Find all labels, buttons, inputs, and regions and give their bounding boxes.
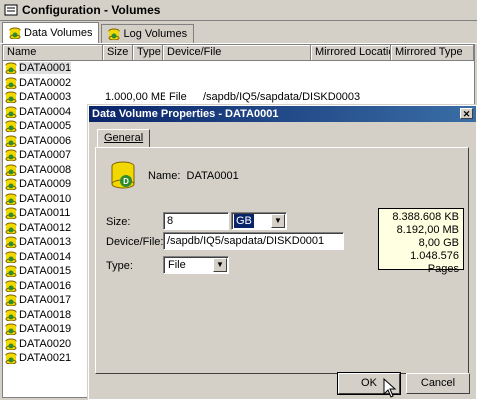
type-select[interactable]: File ▼: [163, 256, 229, 274]
column-header-type[interactable]: Type: [133, 45, 163, 61]
row-name: DATA0021: [19, 352, 72, 365]
database-icon: [5, 178, 17, 191]
database-icon: [5, 251, 17, 263]
close-icon[interactable]: ✕: [460, 108, 473, 119]
row-name: DATA0012: [19, 221, 72, 234]
row-name: DATA0010: [19, 192, 72, 205]
row-name: DATA0019: [19, 323, 72, 336]
dialog-titlebar: Data Volume Properties - DATA0001 ✕: [89, 106, 476, 122]
row-name: DATA0017: [19, 294, 72, 307]
database-icon: [5, 164, 17, 176]
row-name: DATA0020: [19, 337, 72, 350]
size-label: Size:: [106, 216, 131, 228]
table-row[interactable]: DATA0001: [3, 61, 474, 76]
row-name: DATA0015: [19, 265, 72, 278]
info-mb: 8.192,00 MB: [396, 224, 459, 236]
volume-tabs: Data Volumes Log Volumes: [0, 21, 477, 44]
row-name: DATA0014: [19, 250, 72, 263]
tab-log-volumes[interactable]: Log Volumes: [101, 24, 195, 43]
database-icon: [5, 236, 17, 249]
database-icon: [5, 149, 17, 162]
dialog-title: Data Volume Properties - DATA0001: [92, 108, 279, 120]
row-name: DATA0002: [19, 76, 72, 89]
database-icon: [5, 265, 17, 278]
row-name: DATA0007: [19, 149, 72, 162]
dropdown-arrow-icon[interactable]: ▼: [271, 214, 285, 228]
row-name-cell: DATA0003: [3, 91, 105, 104]
database-icon: [5, 323, 17, 336]
row-name: DATA0001: [19, 62, 72, 75]
general-panel: D Name: DATA0001 Size: 8 GB ▼ Device/Fil…: [95, 147, 469, 374]
window-title: Configuration - Volumes: [22, 3, 161, 17]
type-value: File: [168, 259, 186, 271]
size-info-box: 8.388.608 KB 8.192,00 MB 8,00 GB 1.048.5…: [378, 208, 464, 275]
info-gb: 8,00 GB: [418, 237, 459, 249]
row-type: File: [169, 91, 187, 104]
mouse-cursor-icon: [383, 378, 397, 398]
type-label: Type:: [106, 260, 133, 272]
tab-data-volumes-label: Data Volumes: [24, 27, 93, 39]
config-icon: [4, 4, 18, 16]
dropdown-arrow-icon[interactable]: ▼: [213, 258, 227, 272]
row-device: /sapdb/IQ5/sapdata/DISKD0003: [203, 91, 361, 104]
cancel-button[interactable]: Cancel: [406, 373, 470, 394]
column-header-mirrored-location[interactable]: Mirrored Location: [311, 45, 391, 61]
row-name: DATA0003: [19, 91, 72, 104]
row-name: DATA0005: [19, 120, 72, 133]
column-header-name[interactable]: Name: [3, 45, 103, 61]
window-titlebar: Configuration - Volumes: [0, 0, 477, 21]
row-name: DATA0004: [19, 105, 72, 118]
row-name-cell: DATA0001: [3, 62, 105, 75]
database-icon: [5, 309, 17, 321]
database-icon: [5, 338, 17, 350]
table-row[interactable]: DATA0003 1.000,00 MB File/sapdb/IQ5/sapdat…: [3, 90, 474, 105]
volume-properties-dialog: Data Volume Properties - DATA0001 ✕ Gene…: [88, 105, 477, 400]
database-icon: [5, 294, 17, 307]
database-icon: [5, 280, 17, 292]
name-value: DATA0001: [186, 170, 239, 182]
row-name-cell: DATA0002: [3, 77, 105, 89]
database-icon: [5, 106, 17, 118]
database-icon: [5, 120, 17, 133]
database-icon: D: [111, 161, 135, 189]
size-field[interactable]: 8: [163, 212, 229, 230]
row-name: DATA0016: [19, 279, 72, 292]
list-header: Name Size Type Device/File Mirrored Loca…: [3, 45, 474, 61]
name-label: Name: DATA0001: [148, 170, 239, 182]
column-header-mirrored-type[interactable]: Mirrored Type: [391, 45, 474, 61]
row-name: DATA0009: [19, 178, 72, 191]
tab-general-label: General: [104, 132, 144, 144]
database-icon: [9, 27, 21, 39]
database-icon: [108, 28, 120, 40]
tab-log-volumes-label: Log Volumes: [123, 28, 188, 40]
database-icon: [5, 352, 17, 365]
column-header-size[interactable]: Size: [103, 45, 133, 61]
database-icon: [5, 135, 17, 147]
row-name: DATA0013: [19, 236, 72, 249]
database-icon: [5, 91, 17, 104]
info-pages: 1.048.576 Pages: [410, 250, 459, 275]
row-name: DATA0011: [19, 207, 71, 220]
table-row[interactable]: DATA0002: [3, 76, 474, 91]
tab-data-volumes[interactable]: Data Volumes: [2, 22, 100, 43]
unit-value: GB: [234, 214, 254, 228]
device-field[interactable]: /sapdb/IQ5/sapdata/DISKD0001: [163, 232, 344, 250]
database-icon: [5, 193, 17, 205]
database-icon: [5, 222, 17, 234]
row-name: DATA0008: [19, 163, 72, 176]
device-label: Device/File:: [106, 236, 164, 248]
database-icon: [5, 207, 17, 220]
column-header-device[interactable]: Device/File: [163, 45, 311, 61]
database-icon: [5, 62, 17, 75]
row-name: DATA0018: [19, 308, 72, 321]
tab-general[interactable]: General: [97, 129, 151, 148]
info-kb: 8.388.608 KB: [392, 211, 459, 223]
unit-select[interactable]: GB ▼: [231, 212, 287, 230]
row-size: 1.000,00 MB: [105, 91, 165, 104]
database-icon: [5, 77, 17, 89]
row-name: DATA0006: [19, 134, 72, 147]
svg-text:D: D: [123, 177, 129, 186]
